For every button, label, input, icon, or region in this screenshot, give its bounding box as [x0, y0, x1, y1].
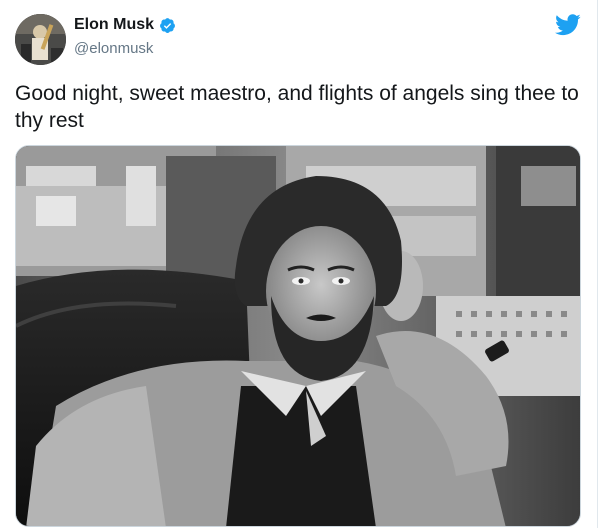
author-avatar[interactable]	[15, 14, 66, 65]
author-name[interactable]: Elon Musk	[74, 16, 154, 34]
photo-image	[16, 146, 580, 526]
verified-badge-icon	[159, 17, 176, 34]
avatar-image	[15, 14, 66, 65]
tweet-photo[interactable]	[15, 145, 581, 527]
twitter-bird-icon[interactable]	[555, 14, 581, 36]
author-name-row[interactable]: Elon Musk	[74, 16, 176, 34]
author-handle[interactable]: @elonmusk	[74, 40, 153, 57]
tweet-text: Good night, sweet maestro, and flights o…	[15, 82, 579, 132]
tweet-card: Elon Musk @elonmusk Good night, sweet ma…	[0, 0, 598, 528]
